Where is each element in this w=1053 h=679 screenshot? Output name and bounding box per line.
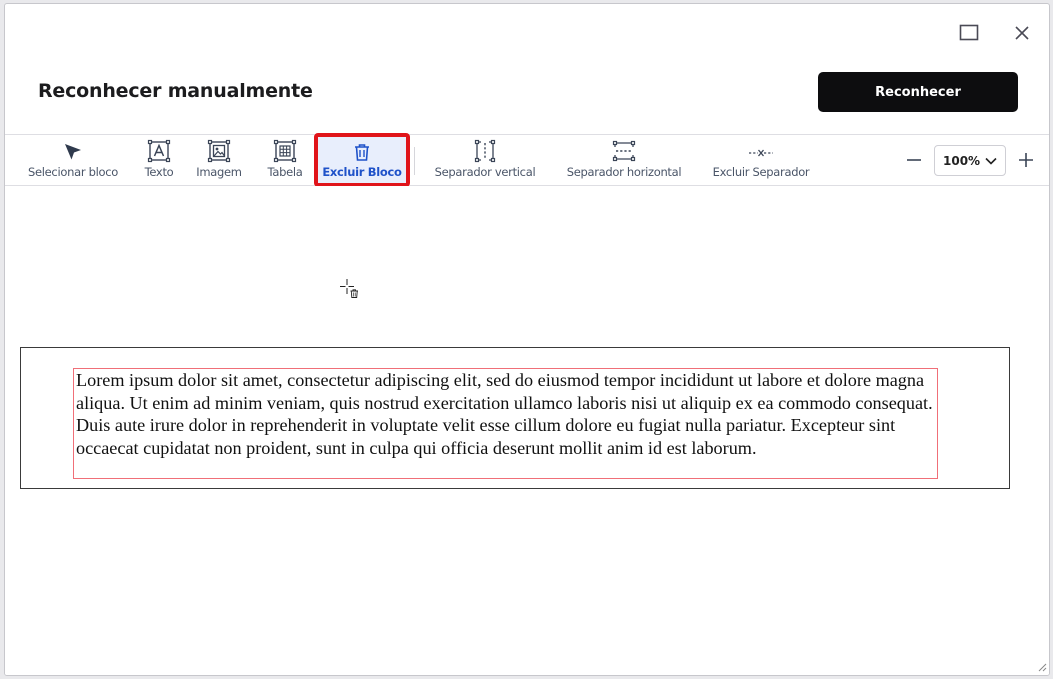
- zoom-value: 100%: [943, 153, 981, 168]
- plus-icon: [1019, 153, 1033, 167]
- document-page: Lorem ipsum dolor sit amet, consectetur …: [20, 347, 1010, 489]
- recognize-button[interactable]: Reconhecer: [818, 72, 1018, 112]
- close-icon: [1015, 26, 1029, 40]
- tool-select-block[interactable]: Selecionar bloco: [19, 135, 127, 185]
- close-button[interactable]: [1009, 20, 1035, 46]
- tool-table[interactable]: Tabela: [261, 135, 309, 185]
- zoom-select[interactable]: 100%: [934, 145, 1006, 176]
- tool-label: Separador horizontal: [566, 165, 682, 179]
- zoom-out-button[interactable]: [901, 147, 927, 173]
- tool-label: Excluir Bloco: [322, 165, 402, 179]
- table-block-icon: [273, 139, 297, 163]
- dialog-title: Reconhecer manualmente: [38, 80, 313, 102]
- tool-delete-separator[interactable]: Excluir Separador: [707, 135, 815, 185]
- chevron-down-icon: [985, 157, 997, 165]
- tool-horizontal-separator[interactable]: Separador horizontal: [558, 135, 690, 185]
- text-block-icon: [147, 139, 171, 163]
- trash-icon: [355, 144, 369, 161]
- tool-label: Excluir Separador: [712, 165, 810, 179]
- maximize-icon: [959, 24, 979, 41]
- minus-icon: [907, 159, 921, 161]
- tool-image[interactable]: Imagem: [191, 135, 247, 185]
- delete-separator-icon: [749, 149, 773, 157]
- resize-grip-icon[interactable]: [1037, 662, 1047, 672]
- tool-vertical-separator[interactable]: Separador vertical: [427, 135, 543, 185]
- maximize-button[interactable]: [956, 20, 982, 46]
- tool-label: Selecionar bloco: [27, 165, 118, 179]
- tool-label: Tabela: [267, 165, 303, 179]
- tool-label: Texto: [144, 165, 174, 179]
- tool-label: Separador vertical: [434, 165, 536, 179]
- image-block-icon: [207, 139, 231, 163]
- text-block[interactable]: Lorem ipsum dolor sit amet, consectetur …: [73, 368, 938, 479]
- tool-delete-block[interactable]: Excluir Bloco: [314, 133, 410, 187]
- vertical-separator-icon: [474, 139, 496, 163]
- toolbar-divider: [414, 147, 415, 175]
- text-block-content: Lorem ipsum dolor sit amet, consectetur …: [76, 370, 933, 458]
- cursor-arrow-icon: [65, 144, 81, 160]
- toolbar: Selecionar bloco Texto Imagem Tabela Exc…: [5, 133, 1049, 187]
- delete-cursor-icon: [340, 279, 358, 298]
- manual-recognition-dialog: Reconhecer manualmente Reconhecer Seleci…: [4, 3, 1050, 676]
- tool-label: Imagem: [196, 165, 242, 179]
- tool-text[interactable]: Texto: [138, 135, 180, 185]
- document-canvas[interactable]: Lorem ipsum dolor sit amet, consectetur …: [5, 186, 1049, 675]
- horizontal-separator-icon: [612, 140, 636, 162]
- zoom-in-button[interactable]: [1013, 147, 1039, 173]
